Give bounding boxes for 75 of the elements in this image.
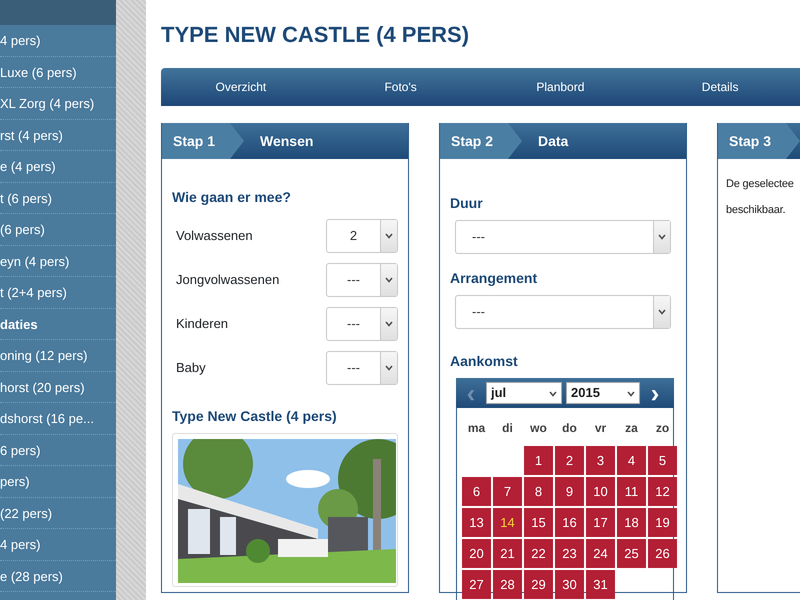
caret-icon: [385, 365, 393, 371]
weekday-label: vr: [594, 420, 608, 437]
caret-icon: [627, 390, 635, 397]
calendar-day[interactable]: 27: [462, 570, 491, 599]
caret-icon: [658, 309, 666, 315]
field-label: Duur: [450, 194, 484, 213]
calendar-day[interactable]: 21: [493, 539, 522, 568]
year-select[interactable]: 2015: [566, 382, 640, 404]
caret-icon: [385, 321, 393, 327]
next-month-button[interactable]: ›: [644, 380, 666, 406]
step-label: Stap 1: [173, 133, 216, 149]
calendar-day[interactable]: 14: [493, 508, 522, 537]
count-select[interactable]: 2: [326, 219, 398, 253]
dropdown-select[interactable]: ---: [455, 220, 671, 254]
nav-tab[interactable]: Details: [640, 68, 800, 106]
calendar-day[interactable]: 13: [462, 508, 491, 537]
calendar-day[interactable]: 10: [586, 477, 615, 506]
panel-title: Wensen: [260, 132, 314, 151]
calendar-day[interactable]: 22: [524, 539, 553, 568]
weekday-label: zo: [654, 420, 670, 437]
count-select[interactable]: ---: [326, 351, 398, 385]
panel-title: Data: [538, 132, 568, 151]
weekday-label: za: [624, 420, 639, 437]
weekday-label: wo: [529, 420, 548, 437]
dropdown-select[interactable]: ---: [455, 295, 671, 329]
caret-icon: [549, 390, 557, 397]
info-text: De geselectee beschikbaar.: [725, 177, 795, 218]
page-title: TYPE NEW CASTLE (4 PERS): [161, 22, 470, 49]
caret-icon: [385, 233, 393, 239]
calendar-day[interactable]: 4: [617, 446, 646, 475]
calendar-day[interactable]: 6: [462, 477, 491, 506]
calendar-day[interactable]: 11: [617, 477, 646, 506]
calendar-day[interactable]: 19: [648, 508, 677, 537]
field-label: Volwassenen: [176, 227, 253, 246]
calendar-day[interactable]: 23: [555, 539, 584, 568]
calendar-day[interactable]: 28: [493, 570, 522, 599]
field-label: Jongvolwassenen: [176, 271, 280, 290]
calendar-day[interactable]: 26: [648, 539, 677, 568]
nav-tab[interactable]: Foto's: [320, 68, 480, 106]
field-label: Aankomst: [450, 352, 519, 371]
section-heading: Type New Castle (4 pers): [172, 407, 338, 426]
nav-tab[interactable]: Planbord: [480, 68, 640, 106]
step-label: Stap 2: [451, 133, 494, 149]
calendar-day[interactable]: 9: [555, 477, 584, 506]
count-select[interactable]: ---: [326, 307, 398, 341]
calendar-day[interactable]: 20: [462, 539, 491, 568]
calendar-day[interactable]: 25: [617, 539, 646, 568]
calendar-day[interactable]: 30: [555, 570, 584, 599]
month-select[interactable]: jul: [486, 382, 562, 404]
caret-icon: [658, 234, 666, 240]
calendar-day[interactable]: 5: [648, 446, 677, 475]
count-select[interactable]: ---: [326, 263, 398, 297]
calendar-day[interactable]: 31: [586, 570, 615, 599]
calendar-day[interactable]: 15: [524, 508, 553, 537]
calendar-day[interactable]: 2: [555, 446, 584, 475]
calendar-day[interactable]: 1: [524, 446, 553, 475]
field-label: Baby: [176, 359, 206, 378]
calendar-day[interactable]: 3: [586, 446, 615, 475]
calendar-day[interactable]: 16: [555, 508, 584, 537]
field-label: Kinderen: [176, 315, 228, 334]
weekday-label: ma: [466, 420, 486, 437]
calendar-day[interactable]: 8: [524, 477, 553, 506]
weekday-label: do: [561, 420, 578, 437]
section-heading: Wie gaan er mee?: [172, 188, 292, 207]
step-label: Stap 3: [729, 133, 772, 149]
field-label: Arrangement: [450, 269, 538, 288]
weekday-label: di: [501, 420, 514, 437]
calendar-day[interactable]: 18: [617, 508, 646, 537]
caret-icon: [385, 277, 393, 283]
nav-tab[interactable]: Overzicht: [161, 68, 321, 106]
calendar-day[interactable]: 12: [648, 477, 677, 506]
calendar-day[interactable]: 17: [586, 508, 615, 537]
calendar-day[interactable]: 29: [524, 570, 553, 599]
calendar-day[interactable]: 24: [586, 539, 615, 568]
calendar-day[interactable]: 7: [493, 477, 522, 506]
